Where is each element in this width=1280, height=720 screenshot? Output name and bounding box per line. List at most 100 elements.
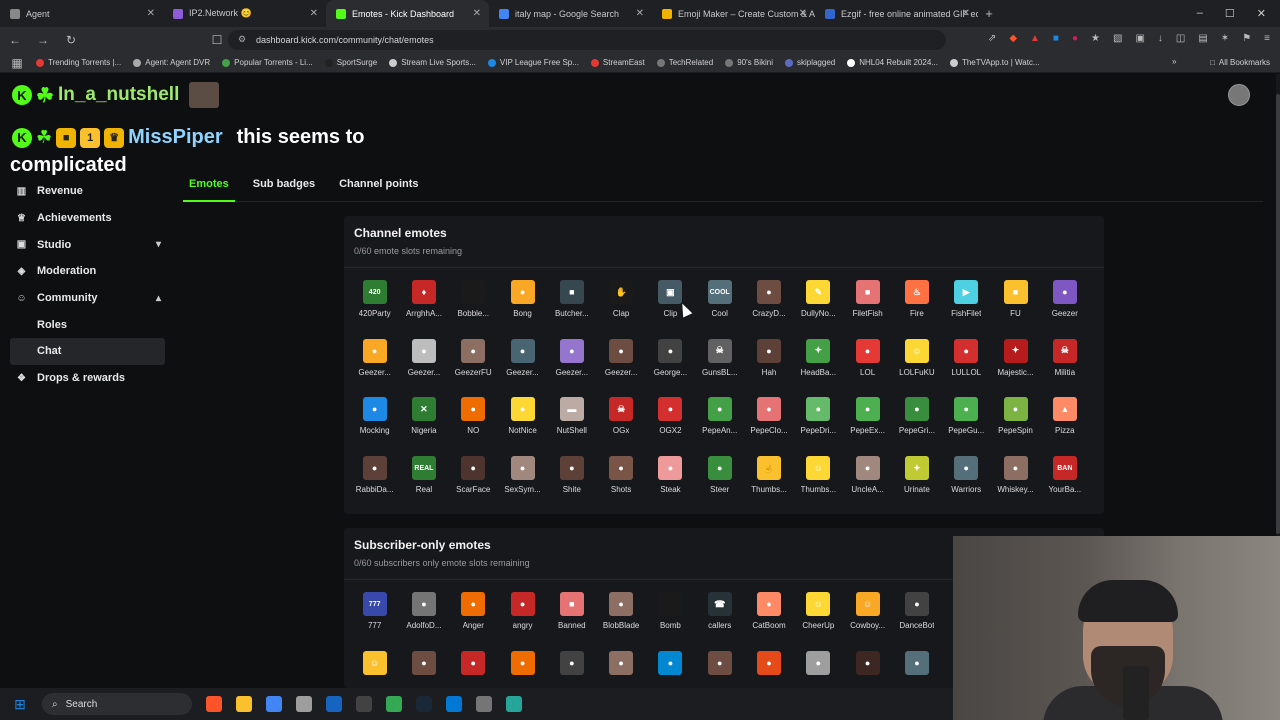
taskbar-search[interactable]: ⌕ Search	[42, 693, 192, 715]
windows-start-icon[interactable]: ⊞	[12, 696, 28, 712]
bookmarks-overflow-icon[interactable]: »	[1172, 57, 1176, 66]
emote-tile[interactable]: ✕ Nigeria	[399, 391, 448, 450]
emote-tile[interactable]: ● PepeAn...	[695, 391, 744, 450]
vpn-icon[interactable]: ⚑	[1242, 33, 1251, 44]
bookmark-item[interactable]: TechRelated	[656, 58, 713, 67]
emote-tile[interactable]: ● Warriors	[942, 450, 991, 509]
tab-close-icon[interactable]: ✕	[473, 8, 481, 19]
emote-tile[interactable]: ●	[399, 645, 448, 688]
emote-tile[interactable]: ● Steer	[695, 450, 744, 509]
emote-tile[interactable]: ✦ HeadBa...	[794, 333, 843, 392]
url-bar[interactable]: ⚙ dashboard.kick.com/community/chat/emot…	[228, 30, 946, 50]
emote-tile[interactable]: ● Mocking	[350, 391, 399, 450]
ai-icon[interactable]: ✶	[1221, 33, 1229, 44]
chevron-down-icon[interactable]: ▾	[156, 239, 161, 250]
bookmark-item[interactable]: Trending Torrents |...	[36, 58, 121, 67]
emote-tile[interactable]: ☺ CheerUp	[794, 586, 843, 645]
sidebar-subitem-chat[interactable]: Chat	[10, 338, 165, 365]
emote-tile[interactable]: ☝ Thumbs...	[744, 450, 793, 509]
emote-tile[interactable]: ● OGX2	[646, 391, 695, 450]
emote-tile[interactable]: ▶ FishFilet	[942, 274, 991, 333]
screenshot-icon[interactable]: ▣	[1135, 33, 1144, 44]
brave-icon[interactable]: ●	[206, 696, 222, 712]
all-bookmarks-button[interactable]: □ All Bookmarks	[1210, 58, 1270, 67]
user-avatar[interactable]	[1228, 84, 1250, 106]
emote-tile[interactable]: ● LULLOL	[942, 333, 991, 392]
sidebar-item-revenue[interactable]: ▥ Revenue	[0, 178, 175, 205]
emote-tile[interactable]: Bomb	[646, 586, 695, 645]
wallet-icon[interactable]: ▤	[1198, 33, 1207, 44]
browser-tab[interactable]: IP2.Network 😊 ✕	[163, 0, 326, 27]
emote-tile[interactable]: ● Shite	[547, 450, 596, 509]
emote-tile[interactable]: ● Geezer...	[498, 333, 547, 392]
brave-rewards-icon[interactable]: ▲	[1030, 33, 1040, 44]
emote-tile[interactable]: ●	[695, 645, 744, 688]
emote-tile[interactable]: ● George...	[646, 333, 695, 392]
emote-tile[interactable]: ☠ GunsBL...	[695, 333, 744, 392]
emote-tile[interactable]: ● Bong	[498, 274, 547, 333]
emote-tile[interactable]: ♨ Fire	[892, 274, 941, 333]
menu-icon[interactable]: ≡	[1264, 33, 1270, 44]
bookmark-icon[interactable]: ☐	[210, 33, 224, 47]
emote-tile[interactable]: ☺ Thumbs...	[794, 450, 843, 509]
scrollbar-thumb[interactable]	[1276, 94, 1280, 534]
emote-tile[interactable]: ● DanceBot	[892, 586, 941, 645]
emote-tile[interactable]: ● NotNice	[498, 391, 547, 450]
extension-icon-3[interactable]: ★	[1091, 33, 1100, 44]
app-teal-icon[interactable]: ●	[506, 696, 522, 712]
bookmark-item[interactable]: Agent: Agent DVR	[133, 58, 210, 67]
emote-tile[interactable]: ● CrazyD...	[744, 274, 793, 333]
emote-tile[interactable]: ● NO	[449, 391, 498, 450]
download-icon[interactable]: ↓	[1158, 33, 1163, 44]
emote-tile[interactable]: ●	[646, 645, 695, 688]
bookmark-item[interactable]: NHL04 Rebuilt 2024...	[847, 58, 938, 67]
emote-tile[interactable]: ☎ callers	[695, 586, 744, 645]
emote-tile[interactable]: REAL Real	[399, 450, 448, 509]
emote-tile[interactable]: ● UncleA...	[843, 450, 892, 509]
emote-tile[interactable]: ●	[843, 645, 892, 688]
app-gray-icon[interactable]: ●	[476, 696, 492, 712]
chrome-2-icon[interactable]: ●	[386, 696, 402, 712]
emote-tile[interactable]: ✦ Majestic...	[991, 333, 1040, 392]
emote-tile[interactable]: Bobble...	[449, 274, 498, 333]
bookmark-item[interactable]: StreamEast	[590, 58, 645, 67]
sidebar-item-moderation[interactable]: ◈ Moderation	[0, 258, 175, 285]
puzzle-icon[interactable]: ▧	[1113, 33, 1122, 44]
emote-tile[interactable]: ●	[547, 645, 596, 688]
tab-close-icon[interactable]: ✕	[310, 8, 318, 19]
sidebar-item-studio[interactable]: ▣ Studio ▾	[0, 231, 175, 258]
site-info-icon[interactable]: ⚙	[238, 34, 246, 45]
emote-tile[interactable]: ● ScarFace	[449, 450, 498, 509]
sidebar-item-drops-rewards[interactable]: ❖ Drops & rewards	[0, 365, 175, 392]
emote-tile[interactable]: ■ FiletFish	[843, 274, 892, 333]
browser-tab[interactable]: Emoji Maker – Create Custom & Ani ✕	[652, 0, 815, 27]
emote-tile[interactable]: ☺ LOLFuKU	[892, 333, 941, 392]
tab-close-icon[interactable]: ✕	[636, 8, 644, 19]
extension-icon-2[interactable]: ●	[1072, 33, 1078, 44]
sidebar-icon[interactable]: ◫	[1176, 33, 1185, 44]
extension-icon-1[interactable]: ■	[1053, 33, 1059, 44]
forward-icon[interactable]: →	[36, 33, 50, 47]
emote-tile[interactable]: ● Steak	[646, 450, 695, 509]
emote-tile[interactable]: ●	[744, 645, 793, 688]
emote-tile[interactable]: ☠ OGx	[596, 391, 645, 450]
emote-tile[interactable]: ● Geezer...	[399, 333, 448, 392]
emote-tile[interactable]: ● AdolfoD...	[399, 586, 448, 645]
emote-tile[interactable]: ● GeezerFU	[449, 333, 498, 392]
obs-icon[interactable]: ●	[356, 696, 372, 712]
maximize-icon[interactable]: ☐	[1225, 7, 1235, 20]
emote-tile[interactable]: BAN YourBa...	[1040, 450, 1089, 509]
emote-tile[interactable]: ●	[794, 645, 843, 688]
tab-emotes[interactable]: Emotes	[183, 174, 235, 202]
browser-tab[interactable]: Emotes - Kick Dashboard ✕	[326, 0, 489, 27]
app-blue-icon[interactable]: ●	[326, 696, 342, 712]
emote-tile[interactable]: ● Hah	[744, 333, 793, 392]
steam-icon[interactable]: ●	[416, 696, 432, 712]
emote-tile[interactable]: ■ Butcher...	[547, 274, 596, 333]
emote-tile[interactable]: ● Geezer...	[350, 333, 399, 392]
chrome-icon[interactable]: ●	[266, 696, 282, 712]
browser-tab[interactable]: Agent ✕	[0, 0, 163, 27]
browser-tab[interactable]: italy map - Google Search ✕	[489, 0, 652, 27]
edge-icon[interactable]: ●	[446, 696, 462, 712]
emote-tile[interactable]: ● PepeSpin	[991, 391, 1040, 450]
